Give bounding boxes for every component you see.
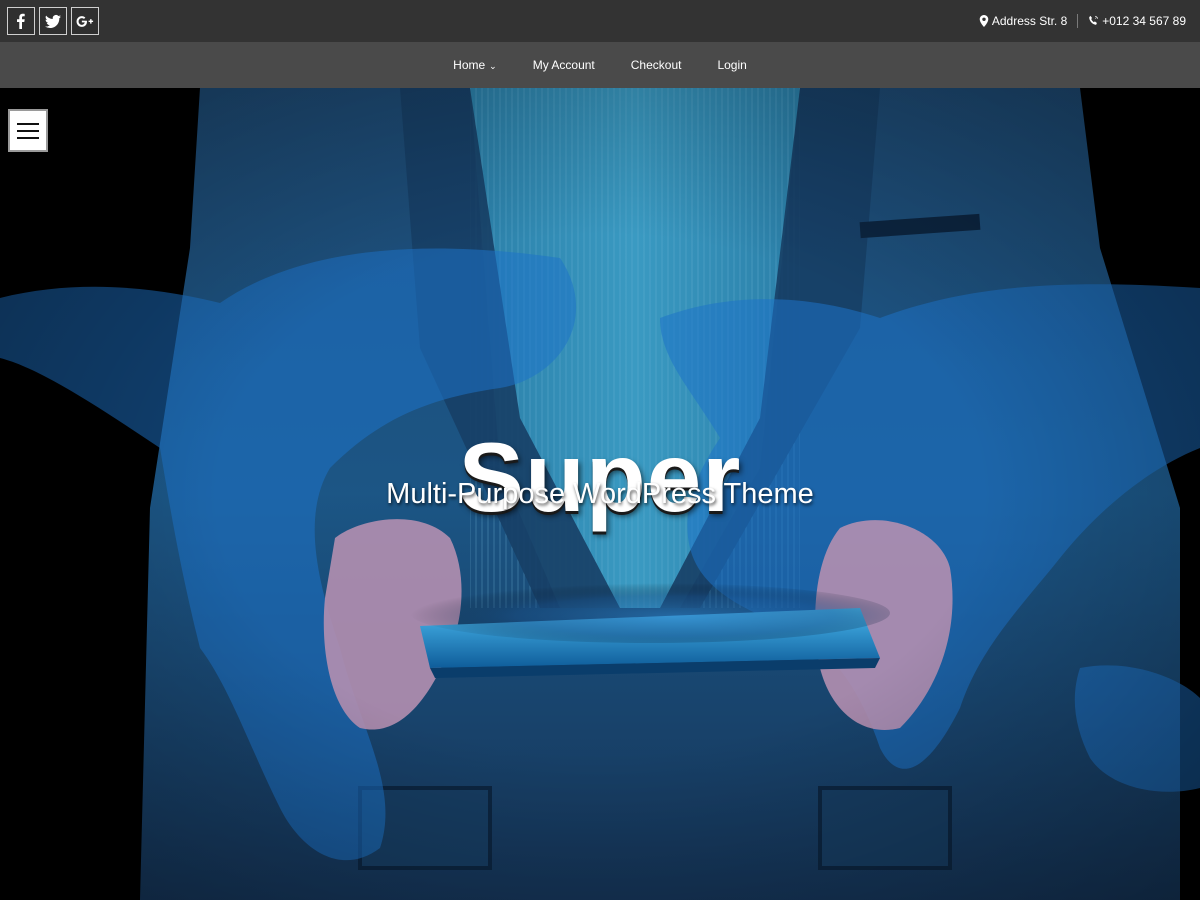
hamburger-line bbox=[17, 129, 39, 132]
address-item: Address Str. 8 bbox=[979, 14, 1067, 28]
nav-checkout[interactable]: Checkout bbox=[613, 42, 700, 88]
social-links bbox=[7, 7, 99, 35]
google-plus-icon bbox=[76, 15, 94, 27]
phone-text: +012 34 567 89 bbox=[1102, 14, 1186, 28]
map-marker-icon bbox=[979, 15, 989, 27]
top-bar: Address Str. 8 +012 34 567 89 bbox=[0, 0, 1200, 42]
nav-my-account[interactable]: My Account bbox=[515, 42, 613, 88]
facebook-icon bbox=[17, 13, 25, 29]
twitter-button[interactable] bbox=[39, 7, 67, 35]
nav-checkout-label: Checkout bbox=[630, 58, 682, 72]
nav-home[interactable]: Home ⌄ bbox=[435, 42, 515, 88]
main-nav: Home ⌄ My Account Checkout Login bbox=[0, 42, 1200, 88]
nav-login[interactable]: Login bbox=[699, 42, 764, 88]
hamburger-line bbox=[17, 136, 39, 139]
facebook-button[interactable] bbox=[7, 7, 35, 35]
hero-subtitle: Multi-Purpose WordPress Theme bbox=[386, 478, 814, 510]
phone-item: +012 34 567 89 bbox=[1088, 14, 1186, 28]
contact-info: Address Str. 8 +012 34 567 89 bbox=[979, 14, 1193, 28]
hamburger-line bbox=[17, 122, 39, 125]
chevron-down-icon: ⌄ bbox=[489, 60, 497, 71]
nav-home-label: Home bbox=[453, 58, 486, 72]
phone-icon bbox=[1089, 15, 1099, 25]
nav-my-account-label: My Account bbox=[532, 58, 595, 72]
nav-login-label: Login bbox=[717, 58, 747, 72]
google-plus-button[interactable] bbox=[71, 7, 99, 35]
hamburger-menu-button[interactable] bbox=[8, 109, 48, 152]
contact-divider bbox=[1077, 14, 1079, 28]
twitter-icon bbox=[45, 14, 61, 28]
address-text: Address Str. 8 bbox=[991, 14, 1068, 28]
